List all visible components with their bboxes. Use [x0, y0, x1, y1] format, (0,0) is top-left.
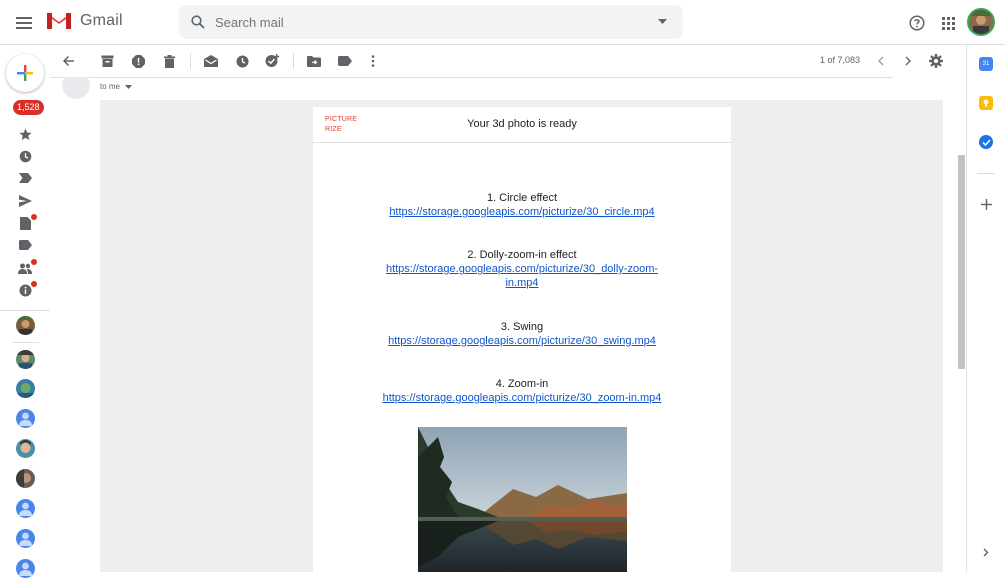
sender-avatar[interactable] — [62, 77, 90, 99]
tasks-icon[interactable] — [979, 135, 993, 149]
search-bar[interactable] — [179, 5, 683, 39]
side-panel-divider — [977, 173, 995, 174]
effect-link-line-2: in.mp4 — [505, 277, 539, 289]
header-divider — [50, 77, 893, 78]
effect-item: 4. Zoom-in https://storage.googleapis.co… — [333, 377, 711, 405]
contact-avatar[interactable] — [16, 529, 35, 548]
toolbar-divider — [190, 53, 191, 69]
important-icon[interactable] — [18, 171, 32, 185]
toolbar-divider — [293, 53, 294, 69]
apps-grid-icon[interactable] — [937, 12, 959, 34]
contact-avatar[interactable] — [16, 379, 35, 398]
account-avatar[interactable] — [967, 8, 995, 36]
effect-label: 3. Swing — [500, 321, 544, 333]
delete-icon[interactable] — [160, 52, 178, 70]
side-panel: 31 — [966, 45, 1005, 572]
starred-icon[interactable] — [18, 127, 32, 141]
to-me-label: to me — [100, 82, 121, 91]
drafts-icon[interactable] — [18, 216, 32, 230]
contact-avatar[interactable] — [16, 350, 35, 369]
labels-icon[interactable] — [336, 52, 354, 70]
hangouts-self-avatar[interactable] — [16, 316, 35, 335]
effect-link[interactable]: https://storage.googleapis.com/picturize… — [333, 334, 711, 348]
email-body-background: PICTURE RIZE Your 3d photo is ready 1. C… — [100, 100, 943, 572]
mark-as-unread-icon[interactable] — [202, 52, 220, 70]
updates-icon[interactable] — [18, 283, 32, 297]
search-input[interactable] — [215, 14, 615, 30]
gmail-logo[interactable]: Gmail — [45, 10, 123, 31]
inbox-count-badge[interactable]: 1,528 — [13, 100, 44, 115]
message-toolbar: 1 of 7,083 — [50, 45, 965, 77]
effect-link[interactable]: https://storage.googleapis.com/picturize… — [333, 391, 711, 405]
effect-link-line-1: https://storage.googleapis.com/picturize… — [385, 263, 659, 275]
snooze-clock-icon[interactable] — [233, 52, 251, 70]
effect-label: 2. Dolly-zoom-in effect — [467, 249, 577, 261]
email-card-header: PICTURE RIZE Your 3d photo is ready — [313, 107, 731, 143]
move-to-icon[interactable] — [305, 52, 323, 70]
compose-button[interactable] — [6, 54, 44, 92]
drafts-notification-dot — [31, 214, 37, 220]
report-spam-icon[interactable] — [129, 52, 147, 70]
search-options-icon[interactable] — [658, 19, 667, 24]
keep-icon[interactable] — [979, 96, 993, 110]
effect-item: 1. Circle effect https://storage.googlea… — [333, 191, 711, 219]
app-name: Gmail — [80, 11, 123, 29]
social-notification-dot — [31, 259, 37, 265]
recipient-line[interactable]: to me — [100, 82, 133, 91]
message-view: to me PICTURE RIZE Your 3d photo is read… — [50, 77, 965, 572]
expand-panel-chevron-icon[interactable] — [979, 545, 993, 559]
search-icon[interactable] — [191, 15, 205, 29]
pagination-count: 1 of 7,083 — [820, 55, 861, 65]
effect-label: 4. Zoom-in — [495, 378, 549, 390]
more-options-icon[interactable] — [364, 52, 382, 70]
message-scrollbar[interactable] — [958, 155, 965, 369]
contact-avatar[interactable] — [16, 439, 35, 458]
contact-avatar[interactable] — [16, 469, 35, 488]
nav-divider — [0, 310, 50, 311]
show-details-chevron-icon[interactable] — [125, 84, 133, 89]
effect-item: 3. Swing https://storage.googleapis.com/… — [333, 320, 711, 348]
updates-notification-dot — [31, 281, 37, 287]
label-icon[interactable] — [18, 238, 32, 252]
contact-avatar[interactable] — [16, 499, 35, 518]
gmail-m-icon — [47, 13, 71, 29]
effect-item: 2. Dolly-zoom-in effect https://storage.… — [333, 248, 711, 290]
older-chevron-right-icon[interactable] — [899, 52, 917, 70]
settings-gear-icon[interactable] — [927, 52, 945, 70]
effect-link[interactable]: https://storage.googleapis.com/picturize… — [333, 205, 711, 219]
top-bar: Gmail — [0, 0, 1005, 45]
archive-icon[interactable] — [98, 52, 116, 70]
newer-chevron-left-icon[interactable] — [871, 52, 889, 70]
contact-avatar[interactable] — [16, 409, 35, 428]
plus-icon — [17, 65, 33, 81]
email-card: PICTURE RIZE Your 3d photo is ready 1. C… — [313, 107, 731, 572]
add-to-tasks-icon[interactable] — [263, 52, 281, 70]
contact-avatar[interactable] — [16, 559, 35, 578]
contacts-divider — [12, 342, 39, 343]
help-icon[interactable] — [906, 12, 928, 34]
menu-icon[interactable] — [13, 12, 35, 34]
get-addons-plus-icon[interactable] — [979, 197, 993, 211]
sent-icon[interactable] — [18, 194, 32, 208]
effect-link[interactable]: https://storage.googleapis.com/picturize… — [333, 262, 711, 290]
effect-label: 1. Circle effect — [486, 192, 558, 204]
calendar-icon[interactable]: 31 — [979, 57, 993, 71]
landscape-photo[interactable] — [418, 427, 627, 572]
snoozed-icon[interactable] — [18, 149, 32, 163]
back-arrow-icon[interactable] — [60, 52, 78, 70]
email-title: Your 3d photo is ready — [467, 118, 577, 130]
social-icon[interactable] — [18, 261, 32, 275]
